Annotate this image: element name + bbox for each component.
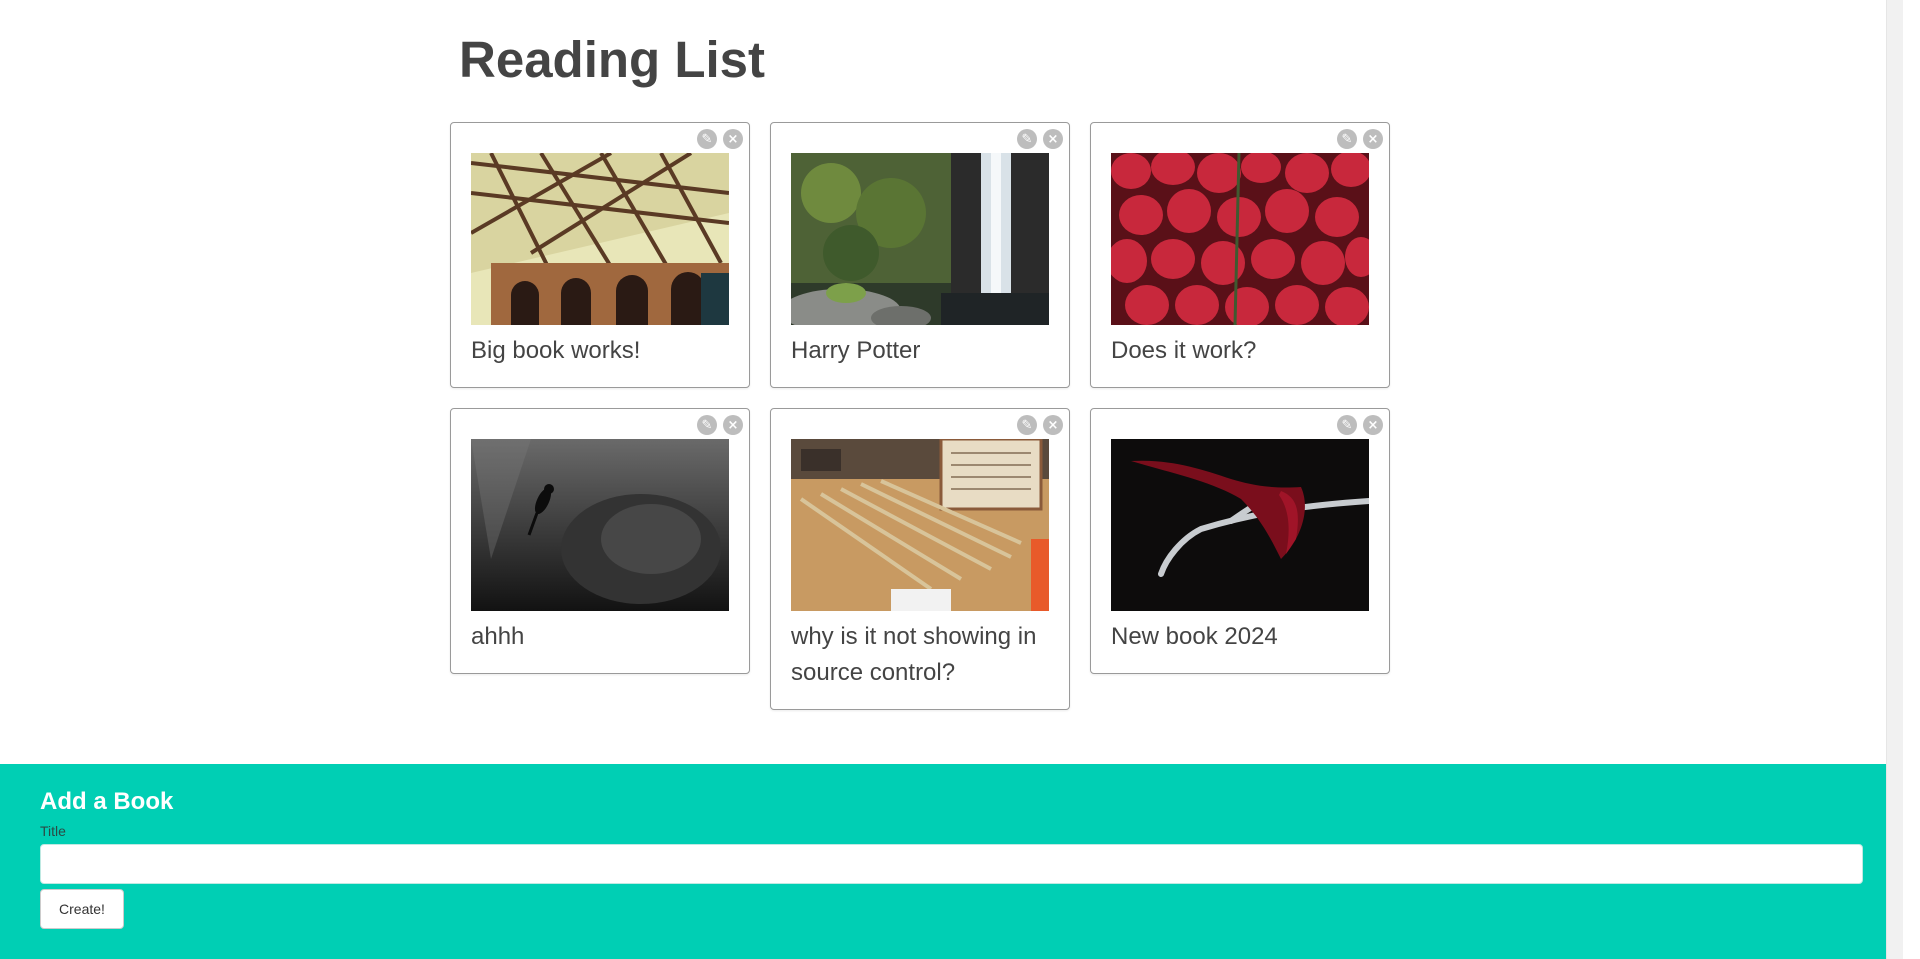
title-label: Title	[40, 823, 66, 839]
card-actions: ✎ ×	[697, 129, 743, 149]
close-icon[interactable]: ×	[723, 129, 743, 149]
card-actions: ✎ ×	[1017, 415, 1063, 435]
book-card: ✎ × New book 2024	[1090, 408, 1390, 674]
close-icon[interactable]: ×	[723, 415, 743, 435]
card-actions: ✎ ×	[697, 415, 743, 435]
close-icon[interactable]: ×	[1363, 415, 1383, 435]
page-title: Reading List	[459, 31, 766, 88]
pencil-icon[interactable]: ✎	[1017, 415, 1037, 435]
book-title[interactable]: New book 2024	[1111, 619, 1373, 655]
book-title[interactable]: ahhh	[471, 619, 733, 655]
book-title[interactable]: Harry Potter	[791, 333, 1053, 369]
book-card: ✎ ×	[770, 408, 1070, 710]
book-title[interactable]: why is it not showing in source control?	[791, 619, 1053, 691]
pencil-icon[interactable]: ✎	[1017, 129, 1037, 149]
book-title[interactable]: Big book works!	[471, 333, 733, 369]
close-icon[interactable]: ×	[1363, 129, 1383, 149]
card-actions: ✎ ×	[1017, 129, 1063, 149]
card-actions: ✎ ×	[1337, 129, 1383, 149]
page: Reading List ✎ × Big book works! ✎ × Har…	[0, 0, 1903, 959]
create-button[interactable]: Create!	[40, 889, 124, 929]
pencil-icon[interactable]: ✎	[1337, 129, 1357, 149]
pencil-icon[interactable]: ✎	[697, 415, 717, 435]
close-icon[interactable]: ×	[1043, 129, 1063, 149]
add-book-heading: Add a Book	[40, 788, 174, 815]
scuba-diver-photo	[471, 439, 729, 611]
measuring-tools-photo	[791, 439, 1049, 611]
strawberries-photo	[1111, 153, 1369, 325]
pencil-icon[interactable]: ✎	[697, 129, 717, 149]
antler-ribbon-photo	[1111, 439, 1369, 611]
waterfall-photo	[791, 153, 1049, 325]
scrollbar[interactable]	[1886, 0, 1903, 959]
bridge-photo	[471, 153, 729, 325]
close-icon[interactable]: ×	[1043, 415, 1063, 435]
title-input[interactable]	[40, 844, 1863, 884]
book-card: ✎ × Harry Potter	[770, 122, 1070, 388]
card-actions: ✎ ×	[1337, 415, 1383, 435]
book-card: ✎ ×	[450, 122, 750, 388]
pencil-icon[interactable]: ✎	[1337, 415, 1357, 435]
book-card: ✎ ×	[450, 408, 750, 674]
book-card: ✎ ×	[1090, 122, 1390, 388]
book-title[interactable]: Does it work?	[1111, 333, 1373, 369]
